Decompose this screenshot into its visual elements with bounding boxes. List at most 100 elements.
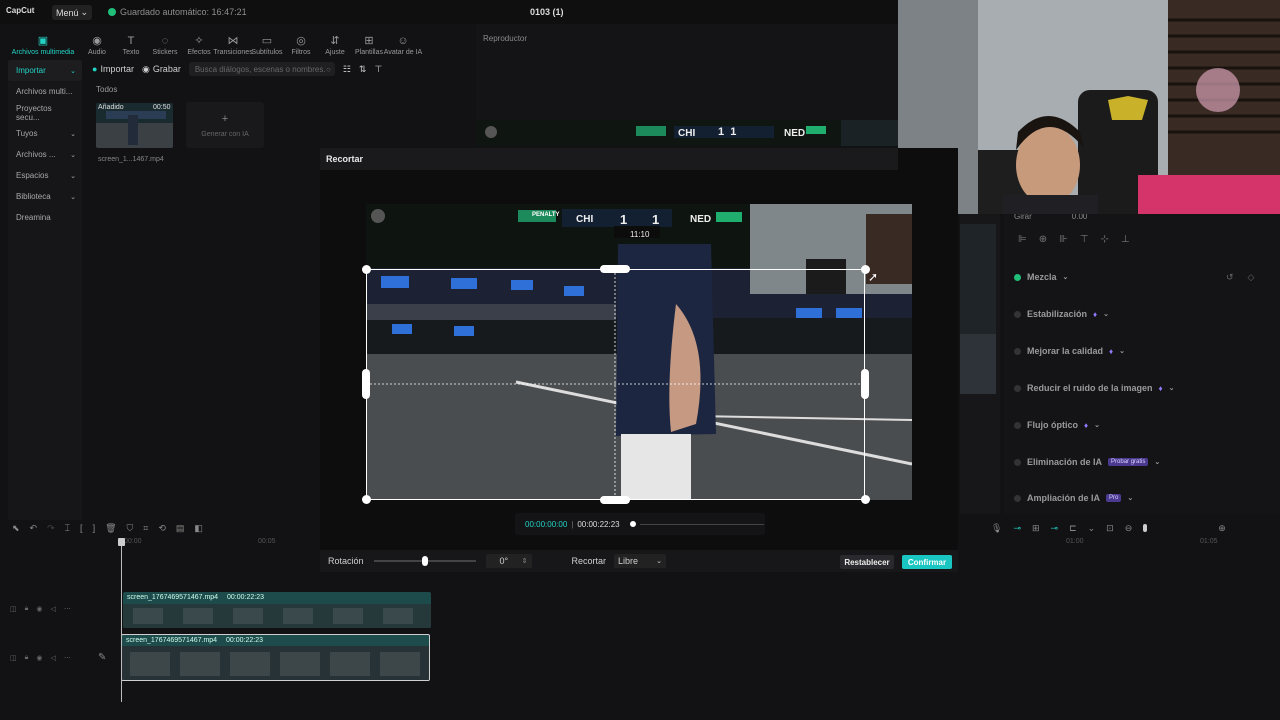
audio-mute-icon[interactable]: ◁ (50, 605, 55, 613)
eye-icon[interactable]: ◉ (36, 605, 42, 613)
magnet-icon[interactable]: ⊞ (1032, 523, 1040, 534)
crop-handle-right[interactable] (861, 369, 869, 399)
toggle-checkbox[interactable] (1014, 384, 1021, 392)
toolbar-tab-8[interactable]: ⇵ Ajuste (318, 35, 352, 56)
toolbar-tab-1[interactable]: ◉ Audio (80, 35, 114, 56)
toolbar-tab-6[interactable]: ▭ Subtítulos (250, 35, 284, 56)
property-row-2[interactable]: Mejorar la calidad ♦ ⌄ (1014, 344, 1125, 358)
property-row-6[interactable]: Ampliación de IA Pro ⌄ (1014, 491, 1133, 505)
align-center-icon[interactable]: ⊕ (1039, 234, 1047, 248)
redo-icon[interactable]: ↷ (47, 523, 55, 534)
property-row-0[interactable]: Mezcla ⌄ (1014, 270, 1068, 284)
crop-mode-select[interactable]: Libre ⌄ (614, 554, 667, 568)
sidebar-item-3[interactable]: Tuyos ⌄ (8, 123, 82, 144)
more-dots-icon[interactable]: ⋯ (64, 654, 71, 662)
toolbar-tab-4[interactable]: ✧ Efectos (182, 35, 216, 56)
property-row-1[interactable]: Estabilización ♦ ⌄ (1014, 307, 1109, 321)
toolbar-tab-3[interactable]: ◌ Stickers (148, 35, 182, 56)
confirm-button[interactable]: Confirmar (902, 555, 952, 569)
timeline-clip-overlay[interactable]: screen_1767469571467.mp4 00:00:22:23 (123, 592, 431, 628)
sidebar-item-5[interactable]: Espacios ⌄ (8, 165, 82, 186)
crop-handle-bottom-left[interactable] (362, 495, 371, 504)
more-icon[interactable]: ◧ (194, 523, 203, 534)
property-row-3[interactable]: Reducir el ruido de la imagen ♦ ⌄ (1014, 381, 1175, 395)
toggle-checkbox[interactable] (1014, 458, 1021, 466)
delete-icon[interactable]: 🗑 (105, 523, 116, 534)
toggle-checkbox[interactable] (1014, 310, 1021, 318)
sidebar-item-0[interactable]: Importar ⌄ (8, 60, 82, 81)
link-icon[interactable]: ⊸ (1013, 523, 1021, 534)
sort-icon[interactable]: ⇅ (359, 64, 367, 75)
split-right-icon[interactable]: ] (93, 523, 96, 533)
sidebar-item-2[interactable]: Proyectos secu... (8, 102, 82, 123)
keyframe-icon[interactable]: ◇ (1248, 272, 1255, 283)
timeline-ruler[interactable]: 00:00 00:05 01:00 01:05 (90, 538, 1280, 550)
shield-icon[interactable]: ⛉ (127, 523, 134, 534)
generate-ai-button[interactable]: + Generar con IA (186, 102, 264, 148)
sidebar-item-7[interactable]: Dreamina (8, 207, 82, 228)
search-input[interactable]: Busca diálogos, escenas o nombres... ○ (188, 62, 335, 76)
lock-icon[interactable]: 🔒︎ (25, 654, 29, 662)
rotation-slider-knob[interactable] (421, 556, 428, 566)
scrubber-track[interactable] (639, 523, 764, 525)
zoom-out-icon[interactable]: ⊖ (1125, 523, 1133, 534)
crop-handle-left[interactable] (362, 369, 370, 399)
cover-edit-icon[interactable]: ✎ (98, 652, 106, 663)
timeline-clip-main[interactable]: screen_1767469571467.mp4 00:00:22:23 (121, 634, 430, 681)
toggle-checkbox[interactable] (1014, 347, 1021, 355)
more-dots-icon[interactable]: ⋯ (64, 605, 71, 613)
filter-all-label[interactable]: Todos (96, 85, 117, 94)
caption-icon[interactable]: ▤ (176, 523, 185, 534)
eye-icon[interactable]: ◉ (36, 654, 42, 662)
chevron-down-icon[interactable]: ⌄ (1088, 523, 1096, 534)
sidebar-item-4[interactable]: Archivos ... ⌄ (8, 144, 82, 165)
undo-icon[interactable]: ↶ (30, 523, 38, 534)
crop-handle-top-left[interactable] (362, 265, 371, 274)
track-toggle-icon[interactable]: ◫ (10, 605, 17, 613)
rotation-input[interactable]: 0° ⇕ (485, 554, 532, 568)
zoom-in-icon[interactable]: ⊕ (1218, 523, 1226, 534)
toolbar-tab-0[interactable]: ▣ Archivos multimedia (6, 35, 80, 56)
align-right-icon[interactable]: ⊪ (1059, 234, 1068, 248)
rotation-slider[interactable] (373, 556, 476, 566)
import-button[interactable]: ● Importar (92, 64, 134, 74)
split-left-icon[interactable]: [ (80, 523, 83, 533)
toolbar-tab-5[interactable]: ⋈ Transiciones (213, 35, 252, 56)
align-top-icon[interactable]: ⊤ (1080, 234, 1089, 248)
playhead-handle[interactable] (118, 538, 125, 546)
crop-box[interactable] (366, 269, 865, 500)
timeline-playhead[interactable] (121, 538, 122, 702)
toolbar-tab-10[interactable]: ☺ Avatar de IA (384, 35, 422, 56)
toolbar-tab-2[interactable]: T Texto (114, 35, 148, 56)
toggle-checkbox[interactable] (1014, 273, 1021, 281)
property-row-4[interactable]: Flujo óptico ♦ ⌄ (1014, 418, 1100, 432)
reset-button[interactable]: Restablecer (840, 555, 894, 569)
sidebar-item-1[interactable]: Archivos multi... (8, 81, 82, 102)
select-icon[interactable]: ⬉ (12, 523, 20, 534)
toggle-checkbox[interactable] (1014, 421, 1021, 429)
scrubber-knob[interactable] (629, 521, 636, 527)
track-toggle-icon[interactable]: ◫ (10, 654, 17, 662)
crop-handle-top[interactable] (600, 265, 630, 273)
snap-icon[interactable]: ⊸ (1051, 523, 1059, 534)
sidebar-item-6[interactable]: Biblioteca ⌄ (8, 186, 82, 207)
align-bottom-icon[interactable]: ⊥ (1121, 234, 1130, 248)
transform-icon[interactable]: ⟲ (158, 523, 166, 534)
reset-icon[interactable]: ↺ (1226, 272, 1234, 283)
toolbar-tab-7[interactable]: ◎ Filtros (284, 35, 318, 56)
filter-icon[interactable]: ⊤ (374, 64, 382, 75)
record-button[interactable]: ◉ Grabar (142, 64, 181, 75)
crop-icon[interactable]: ⌗ (143, 523, 148, 534)
zoom-slider[interactable] (1143, 524, 1148, 532)
caption-toggle-icon[interactable]: ⊡ (1106, 523, 1114, 534)
view-grid-icon[interactable]: ☷ (343, 64, 351, 75)
crop-handle-bottom[interactable] (600, 496, 630, 504)
crop-handle-bottom-right[interactable] (861, 495, 870, 504)
lock-icon[interactable]: 🔒︎ (25, 605, 29, 613)
align-middle-icon[interactable]: ⊹ (1101, 234, 1109, 248)
preview-axis-icon[interactable]: ⊏ (1069, 523, 1077, 534)
audio-mute-icon[interactable]: ◁ (50, 654, 55, 662)
toggle-checkbox[interactable] (1014, 494, 1021, 502)
toolbar-tab-9[interactable]: ⊞ Plantillas (352, 35, 386, 56)
split-icon[interactable]: ⌶ (65, 523, 70, 534)
